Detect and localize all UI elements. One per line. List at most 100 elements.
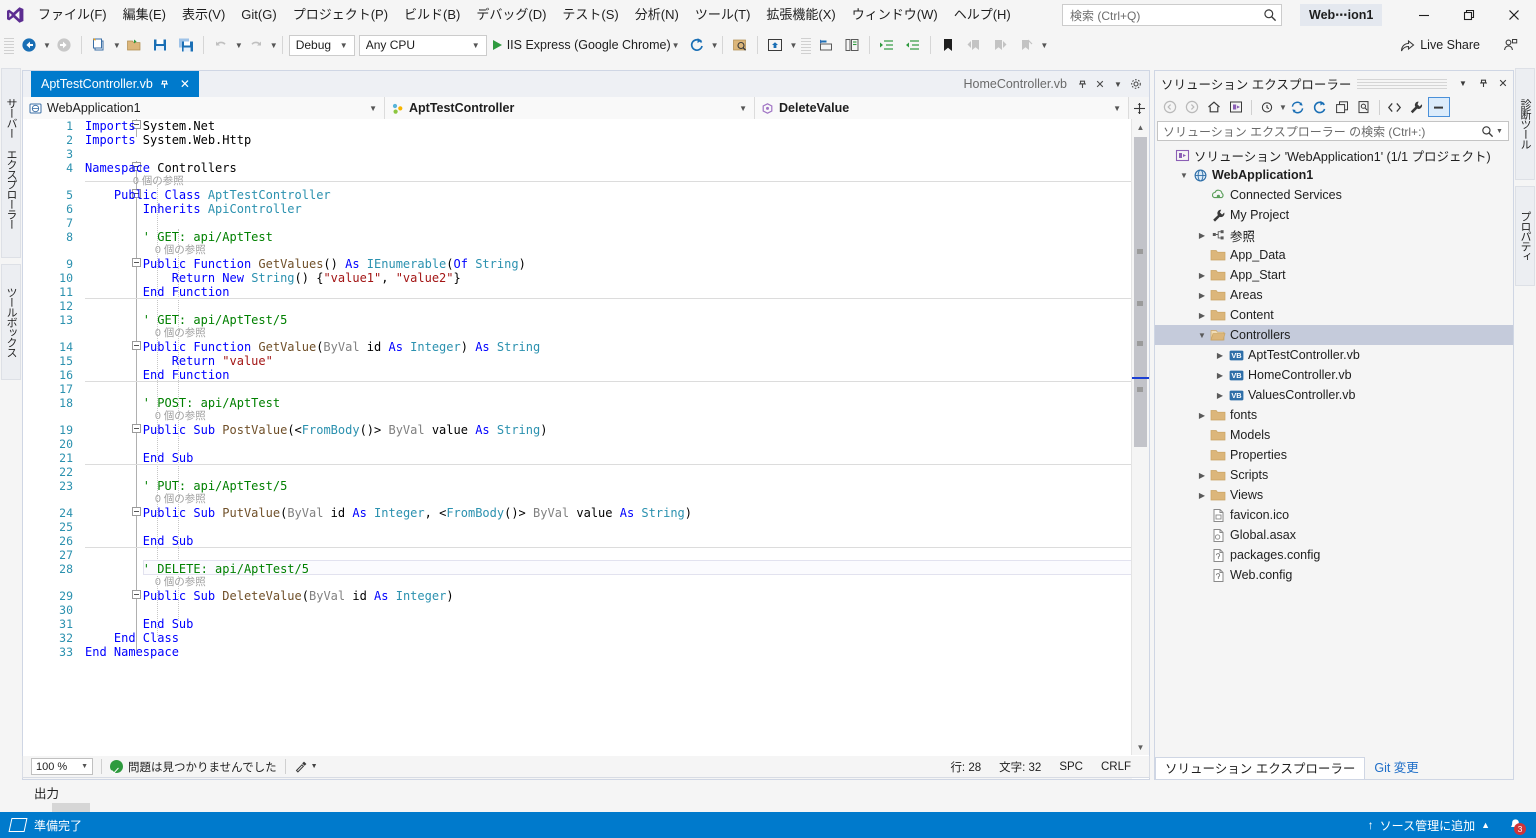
solution-home-icon[interactable]: [1225, 97, 1247, 117]
show-all-files-icon[interactable]: [1353, 97, 1375, 117]
redo-dropdown-icon[interactable]: ▼: [270, 41, 278, 50]
pin-panel-icon[interactable]: [1473, 73, 1493, 93]
editor-tab-homecontroller[interactable]: HomeController.vb: [959, 71, 1071, 97]
tree-item-scripts[interactable]: ▶Scripts: [1155, 465, 1513, 485]
close-panel-icon[interactable]: ✕: [1493, 73, 1513, 93]
panel-tab-git-changes[interactable]: Git 変更: [1365, 757, 1427, 779]
browser-preview-button[interactable]: [727, 33, 753, 57]
navbar-project-select[interactable]: WebApplication1 ▼: [23, 97, 385, 119]
code-line[interactable]: Return New String() {"value1", "value2"}: [85, 271, 1149, 285]
start-debugging-button[interactable]: IIS Express (Google Chrome) ▼: [489, 33, 684, 57]
code-line[interactable]: End Sub: [85, 534, 1149, 548]
menu-git[interactable]: Git(G): [233, 4, 284, 26]
codelens-reference-count[interactable]: 0 個の参照: [155, 410, 206, 423]
codelens-reference-count[interactable]: 0 個の参照: [155, 576, 206, 589]
menu-build[interactable]: ビルド(B): [396, 4, 468, 26]
menu-tools[interactable]: ツール(T): [687, 4, 759, 26]
comment-selection-button[interactable]: [813, 33, 839, 57]
sync-with-active-document-icon[interactable]: [1287, 97, 1309, 117]
toolbar-grip-2[interactable]: [801, 36, 811, 54]
code-text-area[interactable]: 1234567891011121314151617181920212223242…: [23, 119, 1149, 755]
chevron-right-icon[interactable]: ▶: [1195, 465, 1209, 485]
code-line[interactable]: End Class: [85, 631, 1149, 645]
close-tab-icon[interactable]: ✕: [177, 76, 193, 92]
pending-changes-filter-icon[interactable]: [1256, 97, 1278, 117]
tree-item-content[interactable]: ▶Content: [1155, 305, 1513, 325]
menu-view[interactable]: 表示(V): [174, 4, 233, 26]
code-line[interactable]: ' POST: api/AptTest: [85, 396, 1149, 410]
tree-item-models[interactable]: Models: [1155, 425, 1513, 445]
code-line[interactable]: Return "value": [85, 354, 1149, 368]
tree-item-web-config[interactable]: Web.config: [1155, 565, 1513, 585]
tree-item-app-data[interactable]: App_Data: [1155, 245, 1513, 265]
notifications-button[interactable]: 3: [1504, 815, 1526, 835]
live-preview-dropdown-icon[interactable]: ▼: [789, 41, 797, 50]
code-line[interactable]: End Sub: [85, 617, 1149, 631]
undo-dropdown-icon[interactable]: ▼: [235, 41, 243, 50]
solution-tree[interactable]: ソリューション 'WebApplication1' (1/1 プロジェクト) ▼ W…: [1155, 145, 1513, 753]
refresh-icon[interactable]: [1309, 97, 1331, 117]
code-line[interactable]: Imports System.Web.Http: [85, 133, 1149, 147]
tree-item-apttestcontroller[interactable]: ▶VBAptTestController.vb: [1155, 345, 1513, 365]
output-panel-tab-stub[interactable]: [52, 803, 90, 812]
collapse-all-icon[interactable]: [1331, 97, 1353, 117]
save-all-button[interactable]: [173, 33, 199, 57]
pin-tab-icon-2[interactable]: [1073, 74, 1091, 94]
tree-item-my-project[interactable]: My Project: [1155, 205, 1513, 225]
home-icon[interactable]: [1203, 97, 1225, 117]
minimize-button[interactable]: [1401, 0, 1446, 30]
tree-item-fonts[interactable]: ▶fonts: [1155, 405, 1513, 425]
maximize-restore-button[interactable]: [1446, 0, 1491, 30]
toggle-bookmark-button[interactable]: [935, 33, 961, 57]
code-line[interactable]: Imports System.Net: [85, 119, 1149, 133]
save-button[interactable]: [147, 33, 173, 57]
chevron-right-icon[interactable]: ▶: [1213, 345, 1227, 365]
increase-indent-button[interactable]: [874, 33, 900, 57]
next-bookmark-button[interactable]: [987, 33, 1013, 57]
hot-reload-button[interactable]: [684, 33, 710, 57]
tree-item-controllers[interactable]: ▼Controllers: [1155, 325, 1513, 345]
editor-vertical-scrollbar[interactable]: ▲ ▼: [1131, 119, 1149, 755]
intellisense-filter-icon[interactable]: ▼: [294, 760, 318, 774]
tree-item-views[interactable]: ▶Views: [1155, 485, 1513, 505]
menu-analyze[interactable]: 分析(N): [627, 4, 687, 26]
code-line[interactable]: ' DELETE: api/AptTest/5: [85, 562, 1149, 576]
scroll-up-icon[interactable]: ▲: [1132, 119, 1149, 135]
quick-search-input[interactable]: 検索 (Ctrl+Q): [1062, 4, 1282, 26]
chevron-right-icon[interactable]: ▶: [1195, 405, 1209, 425]
solution-configuration-select[interactable]: Debug ▼: [289, 35, 355, 56]
codelens-reference-count[interactable]: 0 個の参照: [155, 493, 206, 506]
code-line[interactable]: ' GET: api/AptTest: [85, 230, 1149, 244]
dock-tab-toolbox[interactable]: ツールボックス: [1, 264, 21, 380]
clear-bookmarks-button[interactable]: [1013, 33, 1039, 57]
filter-dropdown-icon[interactable]: ▼: [1279, 103, 1287, 112]
properties-wrench-icon[interactable]: [1406, 97, 1428, 117]
chevron-right-icon[interactable]: ▶: [1213, 385, 1227, 405]
code-line[interactable]: End Function: [85, 368, 1149, 382]
dock-tab-diagnostic-tools[interactable]: 診断ツール: [1515, 68, 1535, 180]
tree-item-valuescontroller[interactable]: ▶VBValuesController.vb: [1155, 385, 1513, 405]
tree-item-favicon[interactable]: favicon.ico: [1155, 505, 1513, 525]
panel-menu-icon[interactable]: ▼: [1453, 73, 1473, 93]
manage-accounts-icon[interactable]: [1496, 33, 1524, 57]
menu-window[interactable]: ウィンドウ(W): [844, 4, 946, 26]
chevron-down-icon[interactable]: ▼: [1195, 325, 1209, 345]
dock-tab-server-explorer[interactable]: サーバー エクスプローラー: [1, 68, 21, 258]
split-editor-icon[interactable]: [1129, 97, 1149, 119]
new-project-button[interactable]: [86, 33, 112, 57]
tree-item-packages-config[interactable]: packages.config: [1155, 545, 1513, 565]
uncomment-selection-button[interactable]: [839, 33, 865, 57]
chevron-right-icon[interactable]: ▶: [1213, 365, 1227, 385]
tree-item-solution[interactable]: ソリューション 'WebApplication1' (1/1 プロジェクト): [1155, 145, 1513, 165]
solution-platform-select[interactable]: Any CPU ▼: [359, 35, 487, 56]
code-line[interactable]: End Function: [85, 285, 1149, 299]
decrease-indent-button[interactable]: [900, 33, 926, 57]
tree-item-global-asax[interactable]: Global.asax: [1155, 525, 1513, 545]
code-line[interactable]: Inherits ApiController: [85, 202, 1149, 216]
zoom-level-select[interactable]: 100 % ▼: [31, 758, 93, 775]
menu-project[interactable]: プロジェクト(P): [285, 4, 396, 26]
undo-button[interactable]: [208, 33, 234, 57]
view-code-icon[interactable]: [1384, 97, 1406, 117]
navigate-forward-icon[interactable]: [1181, 97, 1203, 117]
add-to-source-control-button[interactable]: ↑ ソース管理に追加 ▲: [1368, 817, 1490, 834]
